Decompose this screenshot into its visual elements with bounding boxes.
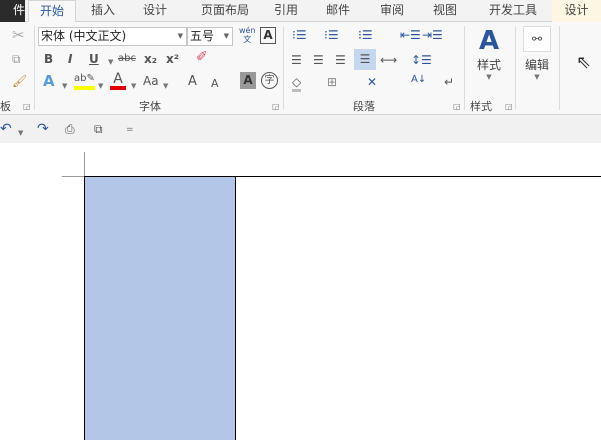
paragraph-launcher-icon[interactable]: ◲ [453,102,461,111]
chevron-down-icon[interactable]: ▼ [108,55,113,69]
character-shading-button[interactable]: A [240,72,256,89]
editing-button[interactable]: ⚯ 编辑 ▼ [520,26,554,94]
superscript-button[interactable]: x² [166,52,179,66]
chevron-down-icon[interactable]: ▼ [18,126,23,140]
increase-indent-icon[interactable]: ⇥☰ [422,28,443,42]
styles-launcher-icon[interactable]: ◲ [505,102,513,111]
chevron-down-icon: ▼ [534,73,540,81]
tab-page-layout[interactable]: 页面布局 [195,0,255,22]
strikethrough-button[interactable]: abc [118,52,136,66]
multilevel-list-icon[interactable]: ⁝☰ [358,28,373,42]
justify-icon[interactable]: ☰ [354,49,376,70]
shading-icon[interactable]: ◇ [292,75,302,92]
align-center-icon[interactable]: ☰ [313,53,324,67]
shrink-font-button[interactable]: A [211,77,219,91]
divider [34,26,35,110]
character-border-icon[interactable]: A [260,27,276,44]
line-spacing-icon[interactable]: ↕☰ [411,53,432,67]
font-launcher-icon[interactable]: ◲ [272,102,280,111]
sort-icon[interactable]: A↓ [411,73,426,87]
undo-icon[interactable]: ↶ [0,122,12,136]
divider [559,26,560,110]
quick-access-toolbar: ↶ ▼ ↷ ⎙ ⧉ = [0,115,601,143]
ribbon: ✂ ⧉ 🖌 板 ◲ 宋体 (中文正文) ▼ 五号 ▼ wén 文 A B I U ▼ … [0,22,601,115]
phonetic-guide-icon[interactable]: wén 文 [239,26,256,44]
customize-qat-icon[interactable]: = [126,123,134,137]
copy-icon[interactable]: ⧉ [12,52,21,66]
chevron-down-icon[interactable]: ▼ [62,79,67,93]
divider [464,26,465,110]
highlight-icon[interactable]: ab✎ [74,72,95,90]
clipboard-launcher-icon[interactable]: ◲ [23,102,31,111]
margin-corner-horizontal [62,176,84,177]
font-name-select[interactable]: 宋体 (中文正文) ▼ [38,27,187,46]
styles-icon: A [478,26,500,56]
font-group-label: 字体 [139,100,161,113]
divider [515,26,516,110]
paragraph-group-label: 段落 [353,100,375,113]
enclose-characters-button[interactable]: 字 [261,72,278,89]
divider [283,26,284,110]
mouse-cursor-icon: ⇖ [576,52,592,73]
numbering-icon[interactable]: ⁝☰ [324,28,339,42]
tab-references[interactable]: 引用 [271,0,301,22]
chevron-down-icon[interactable]: ▼ [131,79,136,93]
tab-review[interactable]: 审阅 [377,0,407,22]
touch-mode-icon[interactable]: ⧉ [94,122,103,136]
format-painter-icon[interactable]: 🖌 [12,74,27,88]
distributed-icon[interactable]: ⟷ [380,53,397,67]
cut-icon[interactable]: ✂ [12,28,25,43]
styles-group-label: 样式 [470,100,492,113]
clear-formatting-icon[interactable]: ✐ [196,50,208,64]
chevron-down-icon[interactable]: ▼ [98,79,103,93]
italic-button[interactable]: I [68,52,72,66]
borders-icon[interactable]: ⊞ [327,75,337,89]
redo-icon[interactable]: ↷ [37,122,49,136]
chevron-down-icon: ▼ [177,32,183,40]
tab-home[interactable]: 开始 [28,0,76,23]
chinese-layout-icon[interactable]: ✕ [367,75,377,89]
tab-mailings[interactable]: 邮件 [323,0,353,22]
chevron-down-icon: ▼ [486,73,492,81]
ribbon-tabs: 件 开始 插入 设计 页面布局 引用 邮件 审阅 视图 开发工具 设计 [0,0,601,23]
table-top-border [236,176,601,177]
tab-developer[interactable]: 开发工具 [483,0,543,22]
styles-button[interactable]: A 样式 ▼ [470,26,508,94]
chevron-down-icon[interactable]: ▼ [163,79,168,93]
underline-button[interactable]: U [89,52,99,66]
subscript-button[interactable]: x₂ [144,52,157,66]
tab-design[interactable]: 设计 [140,0,170,22]
tab-view[interactable]: 视图 [430,0,460,22]
bold-button[interactable]: B [44,52,53,66]
find-binoculars-icon: ⚯ [523,26,551,52]
chevron-down-icon: ▼ [223,32,229,40]
clipboard-group-label: 板 [0,100,11,113]
align-left-icon[interactable]: ☰ [291,53,302,67]
decrease-indent-icon[interactable]: ⇤☰ [400,28,421,42]
tab-table-design[interactable]: 设计 [552,0,601,22]
text-effects-icon[interactable]: A [43,74,55,89]
change-case-button[interactable]: Aa [143,74,159,88]
bullets-icon[interactable]: ⁝☰ [292,28,307,42]
show-marks-icon[interactable]: ↵ [444,75,454,89]
grow-font-button[interactable]: A [188,75,197,89]
print-icon[interactable]: ⎙ [65,122,75,136]
tab-file[interactable]: 件 [0,0,25,22]
tab-insert[interactable]: 插入 [88,0,118,22]
align-right-icon[interactable]: ☰ [335,53,346,67]
margin-corner-vertical [84,152,85,176]
font-size-select[interactable]: 五号 ▼ [187,27,233,46]
font-color-icon[interactable]: A [110,72,126,90]
table-cell-selected[interactable] [84,176,236,440]
